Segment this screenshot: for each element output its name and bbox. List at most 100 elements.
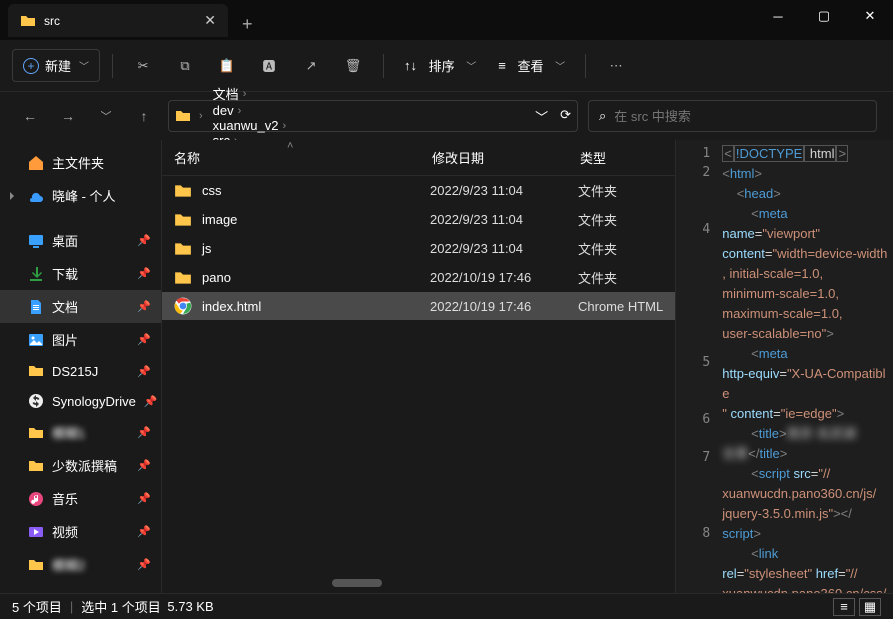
status-selected: 选中 1 个项目 [81, 597, 160, 616]
sidebar-item[interactable]: DS215J 📌 [0, 356, 161, 386]
folder-icon [174, 269, 192, 287]
back-button[interactable]: ← [16, 108, 44, 124]
sidebar-item[interactable]: 少数派撰稿 📌 [0, 449, 161, 482]
file-name: index.html [202, 299, 430, 314]
file-row[interactable]: css2022/9/23 11:04文件夹 [162, 176, 675, 205]
column-headers: 名称 修改日期 类型 ˄ [162, 140, 675, 176]
file-row[interactable]: pano2022/10/19 17:46文件夹 [162, 263, 675, 292]
sidebar-item-label: 音乐 [52, 489, 78, 508]
sidebar-item[interactable]: 模糊1 📌 [0, 416, 161, 449]
delete-icon[interactable]: 🗑 [335, 48, 371, 84]
sidebar-item-label: 少数派撰稿 [52, 456, 117, 475]
sidebar-item[interactable]: SynologyDrive 📌 [0, 386, 161, 416]
window-controls: ─ ▢ ✕ [755, 0, 893, 32]
file-date: 2022/9/23 11:04 [430, 241, 578, 256]
video-icon [28, 524, 44, 540]
pin-icon: 📌 [137, 558, 151, 571]
chevron-right-icon[interactable]: › [195, 110, 207, 122]
sidebar-item-label: 图片 [52, 330, 78, 349]
new-tab-button[interactable]: + [228, 4, 267, 45]
sort-icon: ↑↓ [404, 58, 417, 73]
chevron-down-icon[interactable]: ﹀ [535, 107, 548, 126]
sidebar-user[interactable]: 晓峰 - 个人 [0, 179, 161, 212]
chevron-down-icon: ﹀ [79, 58, 89, 73]
folder-icon [174, 182, 192, 200]
address-bar[interactable]: › 文档›dev›xuanwu_v2›src› ﹀ ⟳ [168, 100, 578, 132]
sidebar-item-label: 模糊2 [52, 555, 85, 574]
folder-icon [28, 363, 44, 379]
pin-icon: 📌 [137, 426, 151, 439]
pin-icon: 📌 [137, 525, 151, 538]
sidebar-item[interactable]: 下载📌 [0, 257, 161, 290]
sort-button[interactable]: ↑↓ 排序 ﹀ [396, 50, 484, 81]
sidebar-home-label: 主文件夹 [52, 153, 104, 172]
view-label: 查看 [518, 56, 544, 75]
breadcrumb-item[interactable]: dev› [211, 103, 290, 118]
file-type: 文件夹 [578, 239, 663, 258]
sidebar-item[interactable]: 音乐📌 [0, 482, 161, 515]
pin-icon: 📌 [137, 459, 151, 472]
sidebar-item-label: 下载 [52, 264, 78, 283]
view-icon: ≡ [498, 58, 506, 73]
folder-icon [28, 557, 44, 573]
column-date[interactable]: 修改日期 [420, 140, 568, 175]
file-row[interactable]: js2022/9/23 11:04文件夹 [162, 234, 675, 263]
file-date: 2022/9/23 11:04 [430, 212, 578, 227]
file-row[interactable]: index.html2022/10/19 17:46Chrome HTML [162, 292, 675, 320]
folder-icon [174, 240, 192, 258]
close-tab-icon[interactable]: ✕ [204, 12, 216, 29]
pin-icon: 📌 [137, 333, 151, 346]
search-input[interactable] [614, 109, 866, 124]
file-type: Chrome HTML [578, 299, 663, 314]
sidebar-item[interactable]: 桌面📌 [0, 224, 161, 257]
paste-icon[interactable]: 📋 [209, 48, 245, 84]
sidebar-item-label: DS215J [52, 364, 98, 379]
separator [112, 54, 113, 78]
file-name: pano [202, 270, 430, 285]
sidebar-item[interactable]: 图片 📌 [0, 323, 161, 356]
sidebar-item[interactable]: 视频📌 [0, 515, 161, 548]
window-tab[interactable]: src ✕ [8, 4, 228, 37]
pin-icon: 📌 [144, 395, 158, 408]
search-box[interactable]: ⌕ [588, 100, 877, 132]
forward-button[interactable]: → [54, 108, 82, 124]
view-button[interactable]: ≡ 查看 ﹀ [490, 50, 573, 81]
column-type[interactable]: 类型 [568, 140, 675, 175]
separator [383, 54, 384, 78]
status-count: 5 个项目 [12, 597, 62, 616]
sidebar-item-label: 模糊1 [52, 423, 85, 442]
refresh-icon[interactable]: ⟳ [560, 107, 571, 126]
status-bar: 5 个项目 | 选中 1 个项目 5.73 KB ≡ ▦ [0, 593, 893, 619]
folder-icon [28, 458, 44, 474]
more-icon[interactable]: ⋯ [598, 48, 634, 84]
copy-icon[interactable]: ⧉ [167, 48, 203, 84]
up-button[interactable]: ↑ [130, 108, 158, 124]
sidebar-item-label: SynologyDrive [52, 394, 136, 409]
file-name: image [202, 212, 430, 227]
pin-icon: 📌 [137, 234, 151, 247]
tab-title: src [44, 14, 196, 28]
sidebar-home[interactable]: 主文件夹 [0, 146, 161, 179]
details-view-icon[interactable]: ≡ [833, 598, 855, 616]
sidebar-item-label: 文档 [52, 297, 78, 316]
horizontal-scrollbar[interactable] [162, 577, 675, 589]
cut-icon[interactable]: ✂ [125, 48, 161, 84]
maximize-button[interactable]: ▢ [801, 0, 847, 32]
share-icon[interactable]: ↗ [293, 48, 329, 84]
sidebar-item[interactable]: 模糊2 📌 [0, 548, 161, 581]
sidebar-item[interactable]: 文档📌 [0, 290, 161, 323]
breadcrumb-item[interactable]: xuanwu_v2› [211, 118, 290, 133]
recent-button[interactable]: ﹀ [92, 108, 120, 124]
rename-icon[interactable]: 🅰 [251, 48, 287, 84]
file-row[interactable]: image2022/9/23 11:04文件夹 [162, 205, 675, 234]
status-size: 5.73 KB [167, 599, 213, 614]
file-list: 名称 修改日期 类型 ˄ css2022/9/23 11:04文件夹image2… [162, 140, 675, 593]
file-type: 文件夹 [578, 268, 663, 287]
tiles-view-icon[interactable]: ▦ [859, 598, 881, 616]
pin-icon: 📌 [137, 365, 151, 378]
toolbar: + 新建 ﹀ ✂ ⧉ 📋 🅰 ↗ 🗑 ↑↓ 排序 ﹀ ≡ 查看 ﹀ ⋯ [0, 40, 893, 92]
breadcrumb-item[interactable]: 文档› [211, 84, 290, 103]
close-button[interactable]: ✕ [847, 0, 893, 32]
new-button[interactable]: + 新建 ﹀ [12, 49, 100, 82]
minimize-button[interactable]: ─ [755, 0, 801, 32]
